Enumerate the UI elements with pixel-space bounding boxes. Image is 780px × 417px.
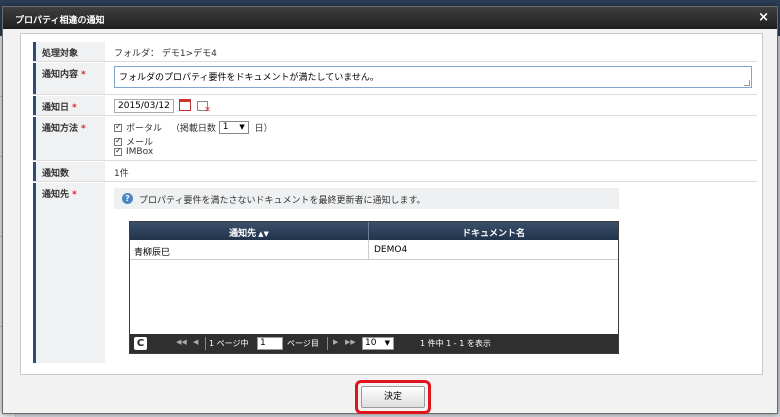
row-method: 通知方法* ポータル （掲載日数 1 日） メール IMBox [33, 117, 757, 161]
days-suffix: 日） [254, 124, 273, 134]
clear-date-icon[interactable] [197, 101, 211, 114]
label-method: 通知方法 * [33, 117, 105, 160]
table-row[interactable]: 青柳辰巳 DEMO4 [130, 240, 618, 260]
info-icon: ? [122, 193, 133, 204]
dialog-titlebar: プロパティ相違の通知 × [3, 7, 777, 29]
content-text: フォルダのプロパティ要件をドキュメントが満たしていません。 [119, 73, 379, 83]
row-date: 通知日 * 2015/03/12 [33, 96, 757, 116]
imbox-label: IMBox [126, 147, 154, 157]
page-prefix: 1 ページ中 [209, 339, 249, 348]
label-method-text: 通知方法 [42, 124, 79, 134]
method-portal: ポータル （掲載日数 1 日） [114, 121, 273, 134]
label-target-text: 処理対象 [42, 49, 79, 59]
portal-label: ポータル [126, 124, 163, 134]
pager-separator [327, 337, 328, 350]
next-page-icon[interactable]: ▶ [333, 338, 338, 346]
row-target: 処理対象 フォルダ： デモ1>デモ4 [33, 42, 757, 62]
mail-checkbox[interactable] [114, 136, 122, 146]
column-recipient-label: 通知先 [229, 229, 257, 239]
calendar-icon[interactable] [179, 99, 191, 111]
grid-pager: C ◀◀ ◀ 1 ページ中 1 ページ目 ▶ ▶▶ 10 1 件中 1 - 1 … [130, 334, 618, 353]
label-recipients: 通知先 * [33, 183, 105, 363]
content-textarea[interactable]: フォルダのプロパティ要件をドキュメントが満たしていません。 [114, 66, 752, 88]
days-prefix: （掲載日数 [170, 124, 216, 134]
pager-separator [205, 337, 206, 350]
required-mark: * [81, 124, 86, 134]
close-icon[interactable]: × [758, 10, 769, 25]
form-panel: 処理対象 フォルダ： デモ1>デモ4 通知内容 * フォルダのプロパティ要件をドキ… [20, 33, 763, 375]
count-value: 1件 [114, 169, 129, 179]
label-count-text: 通知数 [42, 169, 70, 179]
page-number-input[interactable]: 1 [257, 337, 283, 350]
required-mark: * [72, 103, 77, 113]
label-content: 通知内容 * [33, 63, 105, 94]
date-input[interactable]: 2015/03/12 [114, 99, 174, 113]
label-date: 通知日 * [33, 96, 105, 115]
sort-icon: ▲▼ [258, 230, 269, 238]
page-suffix: ページ目 [287, 339, 319, 348]
days-select[interactable]: 1 [218, 121, 249, 134]
cell-document: DEMO4 [374, 245, 408, 255]
row-recipients: 通知先 * ? プロパティ要件を満たさないドキュメントを最終更新者に通知します。 … [33, 183, 757, 363]
label-recipients-text: 通知先 [42, 190, 70, 200]
target-value: フォルダ： デモ1>デモ4 [114, 49, 217, 59]
pager-summary: 1 件中 1 - 1 を表示 [420, 339, 491, 348]
notification-dialog: プロパティ相違の通知 × 処理対象 フォルダ： デモ1>デモ4 通知内容 * フォ… [2, 6, 778, 414]
label-date-text: 通知日 [42, 103, 70, 113]
cell-divider [368, 240, 369, 260]
resize-handle-icon[interactable] [744, 80, 750, 86]
grid-header: 通知先 ▲▼ ドキュメント名 [130, 222, 618, 240]
portal-checkbox[interactable] [114, 122, 122, 132]
row-content: 通知内容 * フォルダのプロパティ要件をドキュメントが満たしていません。 [33, 63, 757, 95]
rows-per-page-select[interactable]: 10 [362, 337, 394, 350]
label-target: 処理対象 [33, 42, 105, 61]
last-page-icon[interactable]: ▶▶ [345, 338, 356, 346]
label-content-text: 通知内容 [42, 70, 79, 80]
refresh-icon[interactable]: C [134, 337, 147, 350]
cell-recipient: 青柳辰巳 [134, 248, 171, 258]
column-document[interactable]: ドキュメント名 [369, 226, 618, 239]
prev-page-icon[interactable]: ◀ [193, 338, 198, 346]
required-mark: * [81, 70, 86, 80]
first-page-icon[interactable]: ◀◀ [176, 338, 187, 346]
info-text: プロパティ要件を満たさないドキュメントを最終更新者に通知します。 [139, 196, 426, 206]
label-count: 通知数 [33, 162, 105, 181]
method-imbox: IMBox [114, 146, 154, 158]
imbox-checkbox[interactable] [114, 146, 122, 156]
required-mark: * [72, 190, 77, 200]
ok-button-highlight: 決定 [355, 380, 431, 414]
recipient-grid: 通知先 ▲▼ ドキュメント名 青柳辰巳 DEMO4 C ◀◀ ◀ 1 ページ中 1 [129, 221, 619, 354]
info-message: ? プロパティ要件を満たさないドキュメントを最終更新者に通知します。 [114, 188, 619, 209]
dialog-title: プロパティ相違の通知 [15, 16, 105, 26]
column-document-label: ドキュメント名 [461, 229, 525, 239]
column-recipient[interactable]: 通知先 ▲▼ [130, 226, 368, 239]
ok-button[interactable]: 決定 [361, 386, 425, 408]
method-mail: メール [114, 135, 153, 148]
row-count: 通知数 1件 [33, 162, 757, 182]
